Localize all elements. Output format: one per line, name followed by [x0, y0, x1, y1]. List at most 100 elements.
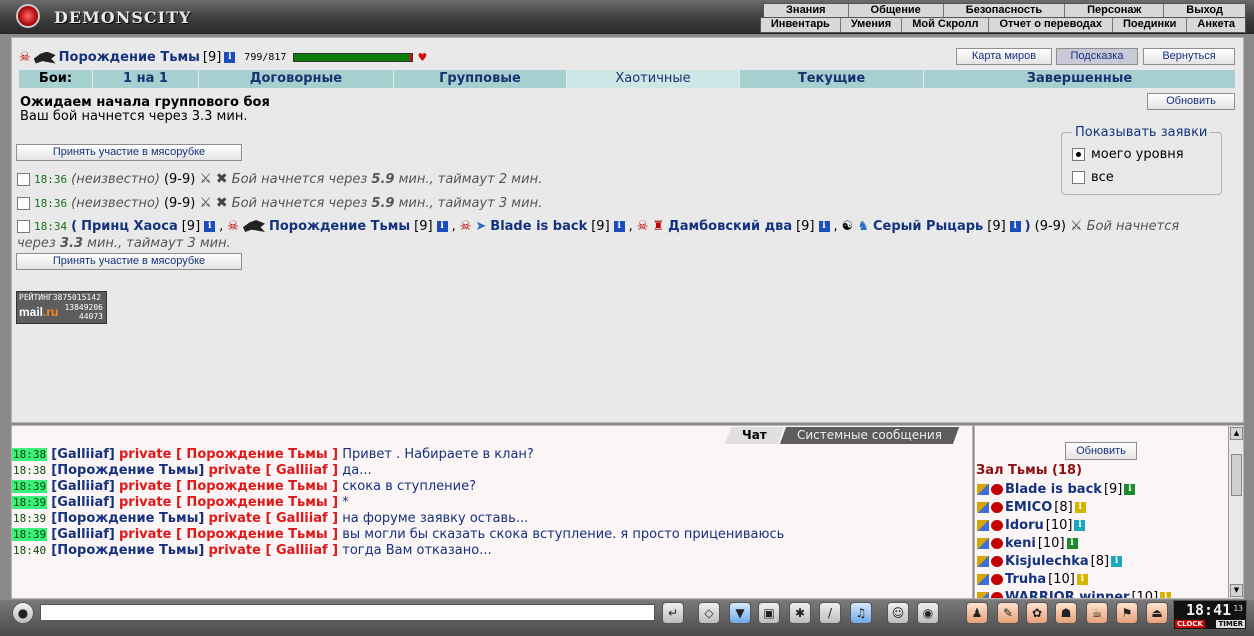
menu-duels[interactable]: Поединки [1112, 18, 1186, 32]
fight-select-radio[interactable] [17, 196, 30, 210]
online-user-name[interactable]: WARRIOR winner [1005, 590, 1129, 598]
mask-icon[interactable]: ☗ [1055, 602, 1077, 624]
fight-select-radio[interactable] [17, 172, 30, 186]
player-link[interactable]: Серый Рыцарь [873, 219, 983, 234]
menu-knowledge[interactable]: Знания [764, 4, 847, 18]
chat-sender[interactable]: [Galliiaf] [51, 447, 115, 462]
tab-chat[interactable]: Чат [725, 427, 785, 444]
chat-private-tag[interactable]: private [ Galliiaf ] [209, 543, 339, 558]
menu-profile[interactable]: Анкета [1186, 18, 1245, 32]
mail-ru-rating-counter[interactable]: РЕЙТИНГ3875015142 mail.ru 13849206 44073 [16, 291, 107, 324]
user-info-icon[interactable]: i [1074, 520, 1086, 531]
smiley-icon[interactable]: ☺ [887, 602, 909, 624]
private-message-arrow-icon[interactable] [977, 538, 989, 549]
chat-sender[interactable]: [Galliiaf] [51, 479, 115, 494]
tab-one-on-one[interactable]: 1 на 1 [93, 70, 199, 88]
private-message-arrow-icon[interactable] [977, 556, 989, 567]
back-button[interactable]: Вернуться [1143, 48, 1235, 65]
scroll-down-icon[interactable]: ▼ [1230, 584, 1243, 597]
player-link[interactable]: Принц Хаоса [81, 219, 178, 234]
chat-mode-icon[interactable]: ● [12, 602, 34, 624]
hint-button[interactable]: Подсказка [1056, 48, 1138, 65]
menu-transfer-report[interactable]: Отчет о переводах [988, 18, 1112, 32]
radio-all[interactable] [1072, 171, 1085, 184]
join-meatgrinder-button-top[interactable]: Принять участие в мясорубке [16, 144, 242, 161]
gear-wheel-icon[interactable]: ✿ [1026, 602, 1048, 624]
clock-timer-widget[interactable]: 18:41 13 CLOCK TIMER [1173, 600, 1247, 630]
chat-private-tag[interactable]: private [ Порождение Тьмы ] [119, 479, 338, 494]
scroll-up-icon[interactable]: ▲ [1230, 427, 1243, 440]
online-scrollbar[interactable]: ▲ ▼ [1228, 426, 1243, 598]
private-message-arrow-icon[interactable] [977, 520, 989, 531]
tab-chaotic[interactable]: Хаотичные [567, 70, 740, 88]
runner-icon[interactable]: ✱ [789, 602, 811, 624]
chat-private-tag[interactable]: private [ Порождение Тьмы ] [119, 447, 338, 462]
radio-my-level[interactable] [1072, 148, 1085, 161]
player-link[interactable]: Порождение Тьмы [269, 219, 410, 234]
user-info-icon[interactable]: i [1066, 538, 1078, 549]
player-info-icon[interactable]: i [1009, 220, 1021, 232]
private-message-arrow-icon[interactable] [977, 484, 989, 495]
filter-option-all[interactable]: все [1072, 170, 1114, 185]
cup-icon[interactable]: ☕ [1086, 602, 1108, 624]
chat-private-tag[interactable]: private [ Galliiaf ] [209, 511, 339, 526]
user-info-icon[interactable]: i [1074, 502, 1086, 513]
user-info-icon[interactable]: i [1076, 574, 1088, 585]
flag-icon[interactable]: ⚑ [1116, 602, 1138, 624]
player-info-icon[interactable]: i [224, 52, 236, 63]
chat-sender[interactable]: [Порождение Тьмы] [51, 463, 204, 478]
private-message-arrow-icon[interactable] [977, 574, 989, 585]
player-info-icon[interactable]: i [204, 220, 216, 232]
tab-system-messages[interactable]: Системные сообщения [779, 427, 960, 444]
player-info-icon[interactable]: i [818, 220, 830, 232]
chat-sender[interactable]: [Порождение Тьмы] [51, 511, 204, 526]
user-info-icon[interactable]: i [1160, 592, 1172, 598]
menu-skills[interactable]: Умения [839, 18, 901, 32]
scroll-thumb[interactable] [1231, 454, 1242, 496]
music-icon[interactable]: ♫ [850, 602, 872, 624]
join-meatgrinder-button-bottom[interactable]: Принять участие в мясорубке [16, 253, 242, 270]
filter-option-my-level[interactable]: моего уровня [1072, 147, 1184, 162]
world-map-button[interactable]: Карта миров [956, 48, 1052, 65]
user-info-icon[interactable]: i [1124, 484, 1136, 495]
player-link[interactable]: Дамбовский два [668, 219, 792, 234]
fight-select-radio[interactable] [17, 219, 30, 233]
player-name[interactable]: Порождение Тьмы [59, 50, 200, 65]
online-user-name[interactable]: Kisjulechka [1005, 554, 1089, 569]
chat-private-tag[interactable]: private [ Порождение Тьмы ] [119, 527, 338, 542]
tab-negotiated[interactable]: Договорные [199, 70, 394, 88]
player-link[interactable]: Blade is back [490, 219, 587, 234]
online-user-name[interactable]: Truha [1005, 572, 1046, 587]
tab-finished[interactable]: Завершенные [924, 70, 1235, 88]
user-info-icon[interactable]: i [1111, 556, 1123, 567]
send-enter-icon[interactable]: ↵ [662, 602, 684, 624]
helmet-icon[interactable]: ◉ [917, 602, 939, 624]
private-log-icon[interactable]: / [819, 602, 841, 624]
player-info-icon[interactable]: i [613, 220, 625, 232]
chat-input[interactable] [40, 604, 655, 621]
menu-character[interactable]: Персонаж [1064, 4, 1163, 18]
chat-sender[interactable]: [Порождение Тьмы] [51, 543, 204, 558]
chat-sender[interactable]: [Galliiaf] [51, 527, 115, 542]
online-user-name[interactable]: keni [1005, 536, 1036, 551]
menu-my-scroll[interactable]: Мой Скролл [901, 18, 988, 32]
chat-private-tag[interactable]: private [ Galliiaf ] [209, 463, 339, 478]
tab-current[interactable]: Текущие [740, 70, 924, 88]
online-user-name[interactable]: Blade is back [1005, 482, 1102, 497]
save-disk-icon[interactable]: ▣ [758, 602, 780, 624]
exit-door-icon[interactable]: ⏏ [1146, 602, 1168, 624]
refresh-button[interactable]: Обновить [1147, 93, 1235, 110]
online-refresh-button[interactable]: Обновить [1065, 442, 1137, 460]
menu-security[interactable]: Безопасность [942, 4, 1064, 18]
tab-group[interactable]: Групповые [394, 70, 567, 88]
menu-exit[interactable]: Выход [1163, 4, 1245, 18]
private-message-arrow-icon[interactable] [977, 592, 989, 598]
scroll-quill-icon[interactable]: ✎ [997, 602, 1019, 624]
bag-icon[interactable]: ♟ [966, 602, 988, 624]
online-user-name[interactable]: Idoru [1005, 518, 1044, 533]
private-message-arrow-icon[interactable] [977, 502, 989, 513]
menu-communication[interactable]: Общение [847, 4, 943, 18]
online-user-name[interactable]: EMICO [1005, 500, 1052, 515]
player-info-icon[interactable]: i [436, 220, 448, 232]
menu-inventory[interactable]: Инвентарь [761, 18, 840, 32]
